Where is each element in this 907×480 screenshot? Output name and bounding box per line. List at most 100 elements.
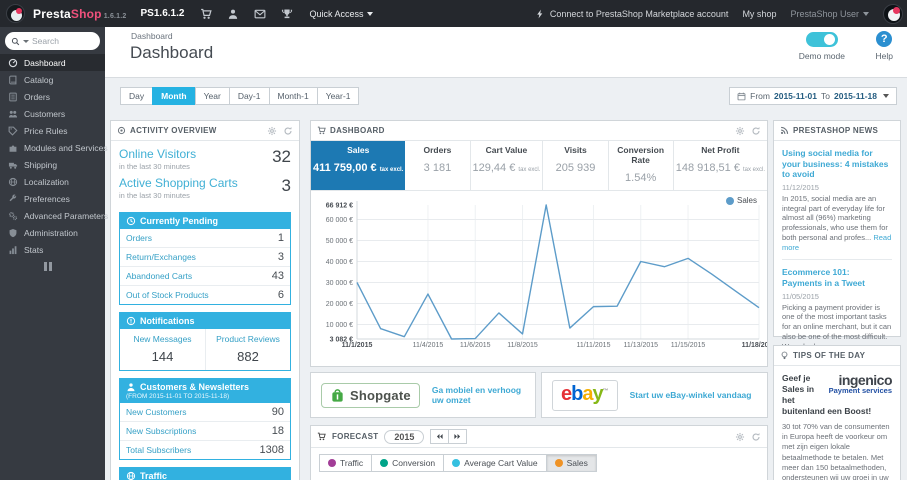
sidebar-item-stats[interactable]: Stats	[0, 241, 105, 258]
kpi-label: Cart Value	[485, 145, 528, 155]
kpi-tab-net-profit[interactable]: Net Profit 148 918,51 € tax excl.	[674, 141, 767, 190]
sidebar-item-localization[interactable]: Localization	[0, 173, 105, 190]
refresh-icon[interactable]	[751, 126, 761, 136]
sidebar-collapse-button[interactable]	[44, 262, 54, 271]
active-carts-link[interactable]: Active Shopping Carts	[119, 176, 238, 190]
forecast-legend-sales[interactable]: Sales	[545, 454, 597, 472]
sidebar-item-shipping[interactable]: Shipping	[0, 156, 105, 173]
help-icon[interactable]: ?	[876, 31, 893, 47]
row-link[interactable]: Return/Exchanges	[126, 252, 196, 262]
search-input[interactable]	[32, 36, 90, 46]
sidebar-item-dashboard[interactable]: Dashboard	[0, 54, 105, 71]
forecast-legend-average-cart-value[interactable]: Average Cart Value	[443, 454, 546, 472]
messages-icon[interactable]	[254, 8, 266, 20]
sidebar-item-customers[interactable]: Customers	[0, 105, 105, 122]
sidebar-item-administration[interactable]: Administration	[0, 224, 105, 241]
marketplace-link[interactable]: Connect to PrestaShop Marketplace accoun…	[535, 9, 728, 19]
kpi-tab-visits[interactable]: Visits 205 939	[543, 141, 609, 190]
brand-version: 1.6.1.2	[103, 12, 127, 20]
user-icon	[126, 382, 136, 392]
list-icon	[8, 92, 18, 102]
row-link[interactable]: Abandoned Carts	[126, 271, 192, 281]
sidebar-item-label: Preferences	[24, 193, 70, 204]
search-scope-caret-icon[interactable]	[23, 39, 29, 43]
from-label: From	[750, 91, 770, 101]
range-year-1-button[interactable]: Year-1	[316, 87, 360, 105]
legend-dot	[328, 459, 336, 467]
ebay-banner[interactable]: ebay™ Start uw eBay-winkel vandaag	[541, 372, 768, 418]
forecast-legend-conversion[interactable]: Conversion	[371, 454, 444, 472]
range-month-button[interactable]: Month	[152, 87, 195, 105]
legend-label: Sales	[736, 196, 757, 205]
row-link[interactable]: New Customers	[126, 407, 186, 417]
wrench-icon	[8, 194, 18, 204]
section-title: Customers & Newsletters	[140, 382, 250, 392]
news-article-title[interactable]: Ecommerce 101: Payments in a Tweet	[782, 267, 892, 288]
cell-link[interactable]: New Messages	[122, 334, 203, 344]
ingenico-logo: ingenico Payment services	[822, 373, 893, 395]
customers-row-total-subscribers: Total Subscribers 1308	[120, 441, 290, 459]
svg-text:66 912 €: 66 912 €	[326, 203, 353, 210]
row-link[interactable]: Orders	[126, 233, 152, 243]
refresh-icon[interactable]	[283, 126, 293, 136]
demo-mode-toggle[interactable]	[805, 32, 838, 47]
user-avatar[interactable]	[883, 3, 903, 24]
gear-icon[interactable]	[267, 126, 277, 136]
my-shop-link[interactable]: My shop	[742, 9, 776, 19]
row-link[interactable]: Total Subscribers	[126, 445, 191, 455]
date-range-button[interactable]: From 2015-11-01 To 2015-11-18	[729, 87, 897, 105]
row-link[interactable]: Out of Stock Products	[126, 290, 209, 300]
sidebar-item-price-rules[interactable]: Price Rules	[0, 122, 105, 139]
chart-legend[interactable]: Sales	[725, 196, 757, 205]
legend-label: Average Cart Value	[464, 458, 538, 468]
news-article-title[interactable]: Using social media for your business: 4 …	[782, 148, 892, 180]
top-bar: PrestaShop 1.6.1.2 PS1.6.1.2 Quick Access…	[0, 0, 907, 27]
ebay-tm: ™	[602, 387, 609, 394]
range-day-button[interactable]: Day	[120, 87, 153, 105]
svg-text:11/11/2015: 11/11/2015	[576, 342, 610, 349]
sidebar-item-label: Price Rules	[24, 125, 68, 136]
forecast-legend: Traffic Conversion Average Cart Value Sa…	[311, 448, 767, 478]
date-from-value: 2015-11-01	[773, 91, 817, 101]
shopgate-banner[interactable]: Shopgate Ga mobiel en verhoog uw omzet	[310, 372, 536, 418]
customer-icon[interactable]	[227, 8, 239, 20]
kpi-tab-sales[interactable]: Sales 411 759,00 € tax excl.	[311, 141, 406, 190]
online-visitors-link[interactable]: Online Visitors	[119, 147, 196, 161]
range-day-1-button[interactable]: Day-1	[228, 87, 269, 105]
breadcrumb[interactable]: Dashboard	[131, 31, 173, 41]
kpi-value: 3 181	[423, 162, 452, 174]
svg-text:11/6/2015: 11/6/2015	[460, 342, 491, 349]
kpi-tab-cart-value[interactable]: Cart Value 129,44 € tax excl.	[471, 141, 544, 190]
cell-link[interactable]: Product Reviews	[208, 334, 288, 344]
user-menu[interactable]: PrestaShop User	[790, 9, 869, 19]
sidebar-search[interactable]	[5, 32, 100, 50]
legend-label: Conversion	[392, 458, 436, 468]
trophy-icon[interactable]	[281, 8, 293, 20]
forecast-prev-button[interactable]	[430, 429, 450, 444]
ebay-link[interactable]: Start uw eBay-winkel vandaag	[630, 390, 752, 400]
kpi-tab-conversion-rate[interactable]: Conversion Rate 1.54%	[609, 141, 674, 190]
ebay-letter: e	[561, 382, 572, 405]
quick-access-menu[interactable]: Quick Access	[309, 9, 374, 19]
range-year-button[interactable]: Year	[194, 87, 229, 105]
forecast-next-button[interactable]	[449, 429, 468, 444]
range-month-1-button[interactable]: Month-1	[268, 87, 317, 105]
sidebar-item-advanced-parameters[interactable]: Advanced Parameters	[0, 207, 108, 224]
sidebar-item-catalog[interactable]: Catalog	[0, 71, 105, 88]
section-title: Traffic	[140, 471, 168, 480]
clock-icon	[126, 216, 136, 226]
cart-icon[interactable]	[200, 8, 212, 20]
excerpt-text: In 2015, social media are an integral pa…	[782, 193, 888, 242]
forecast-legend-traffic[interactable]: Traffic	[319, 454, 372, 472]
gear-icon[interactable]	[735, 432, 745, 442]
sidebar-item-orders[interactable]: Orders	[0, 88, 105, 105]
sidebar-item-label: Shipping	[24, 159, 58, 170]
row-link[interactable]: New Subscriptions	[126, 426, 196, 436]
gear-icon[interactable]	[735, 126, 745, 136]
refresh-icon[interactable]	[751, 432, 761, 442]
kpi-tab-orders[interactable]: Orders 3 181	[405, 141, 471, 190]
kpi-label: Net Profit	[701, 145, 740, 155]
sidebar-item-preferences[interactable]: Preferences	[0, 190, 105, 207]
sidebar-item-modules[interactable]: Modules and Services	[0, 139, 108, 156]
shopgate-link[interactable]: Ga mobiel en verhoog uw omzet	[432, 385, 525, 405]
